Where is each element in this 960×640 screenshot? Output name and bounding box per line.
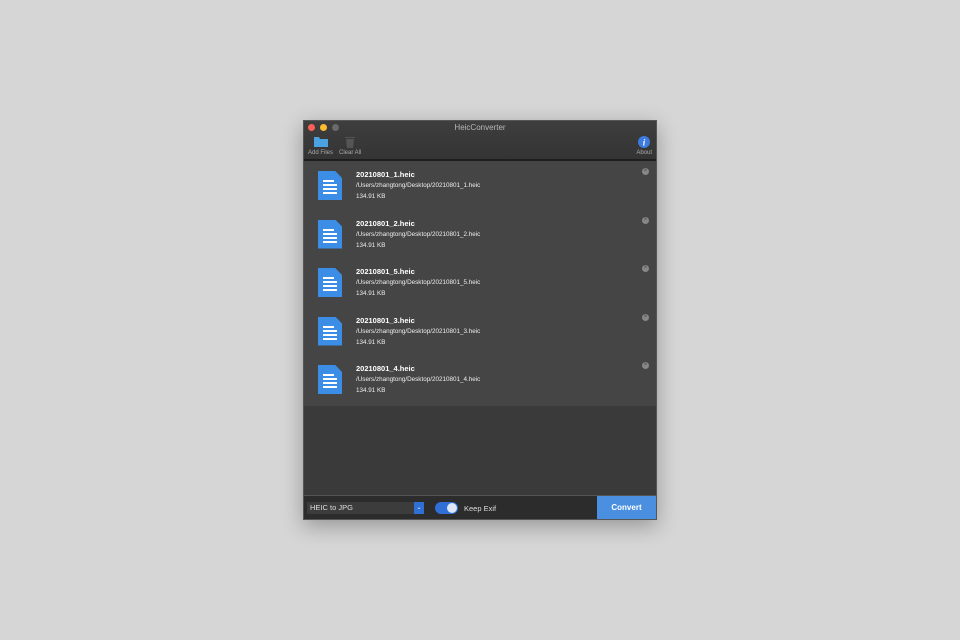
document-icon xyxy=(318,316,342,346)
file-name: 20210801_5.heic xyxy=(356,267,415,276)
file-name: 20210801_3.heic xyxy=(356,315,415,325)
file-list-item[interactable]: 20210801_4.heic /Users/zhangtong/Desktop… xyxy=(304,355,656,404)
file-size: 134.91 KB xyxy=(356,193,386,200)
file-path: /Users/zhangtong/Desktop/20210801_3.heic xyxy=(356,327,481,335)
remove-file-icon[interactable]: × xyxy=(642,362,649,369)
app-window: HeicConverter Add Files Clear All i Abou… xyxy=(303,120,657,520)
about-button[interactable]: i About xyxy=(636,135,652,156)
remove-file-icon[interactable]: × xyxy=(642,216,649,224)
file-path: /Users/zhangtong/Desktop/20210801_4.heic xyxy=(356,376,481,383)
about-label: About xyxy=(636,150,652,156)
file-path: /Users/zhangtong/Desktop/20210801_5.heic xyxy=(356,279,481,286)
window-title: HeicConverter xyxy=(454,123,506,132)
trash-icon xyxy=(345,135,356,148)
file-list: 20210801_1.heic /Users/zhangtong/Desktop… xyxy=(304,161,656,406)
folder-icon xyxy=(313,135,328,148)
file-list-item[interactable]: 20210801_3.heic /Users/zhangtong/Desktop… xyxy=(304,307,656,356)
file-list-item[interactable]: 20210801_5.heic /Users/zhangtong/Desktop… xyxy=(304,258,656,307)
format-select-value: HEIC to JPG xyxy=(310,503,353,512)
file-size: 134.91 KB xyxy=(356,241,386,249)
add-files-button[interactable]: Add Files xyxy=(308,135,333,156)
info-icon: i xyxy=(638,135,651,148)
document-icon xyxy=(318,268,342,297)
file-name: 20210801_4.heic xyxy=(356,364,415,373)
remove-file-icon[interactable]: × xyxy=(642,313,649,321)
title-bar: HeicConverter Add Files Clear All i Abou… xyxy=(304,121,656,161)
file-list-item[interactable]: 20210801_2.heic /Users/zhangtong/Desktop… xyxy=(304,210,656,259)
clear-all-button[interactable]: Clear All xyxy=(339,135,361,156)
footer-bar: HEIC to JPG ⌄ Keep Exif Convert xyxy=(304,495,656,519)
keep-exif-label: Keep Exif xyxy=(464,504,497,513)
file-path: /Users/zhangtong/Desktop/20210801_1.heic xyxy=(356,182,481,189)
add-files-label: Add Files xyxy=(308,150,334,156)
document-icon xyxy=(318,171,342,200)
format-select[interactable]: HEIC to JPG ⌄ xyxy=(307,502,424,514)
document-icon xyxy=(318,219,342,249)
file-name: 20210801_2.heic xyxy=(356,218,415,228)
clear-all-label: Clear All xyxy=(339,150,362,156)
remove-file-icon[interactable]: × xyxy=(642,265,649,272)
document-icon xyxy=(318,365,342,394)
convert-button[interactable]: Convert xyxy=(597,496,656,519)
chevron-down-icon[interactable]: ⌄ xyxy=(414,502,424,514)
file-list-item[interactable]: 20210801_1.heic /Users/zhangtong/Desktop… xyxy=(304,161,656,210)
file-path: /Users/zhangtong/Desktop/20210801_2.heic xyxy=(356,230,481,238)
remove-file-icon[interactable]: × xyxy=(642,168,649,175)
file-name: 20210801_1.heic xyxy=(356,170,415,179)
keep-exif-toggle[interactable] xyxy=(435,502,458,514)
toggle-knob xyxy=(447,503,457,513)
file-size: 134.91 KB xyxy=(356,290,386,297)
file-size: 134.91 KB xyxy=(356,338,386,346)
file-size: 134.91 KB xyxy=(356,387,386,394)
